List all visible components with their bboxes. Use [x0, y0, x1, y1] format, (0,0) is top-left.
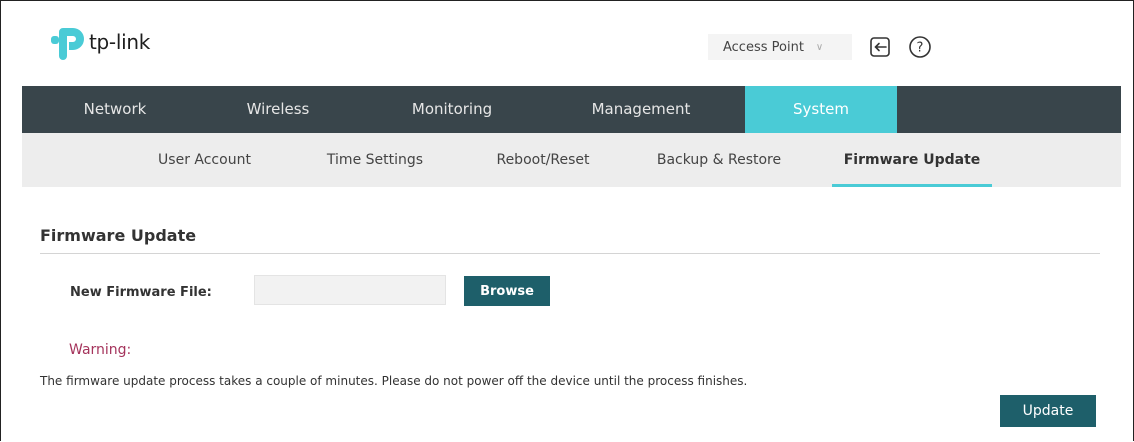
subtab-reboot-reset[interactable]: Reboot/Reset [484, 133, 602, 187]
warning-message: The firmware update process takes a coup… [40, 374, 748, 388]
main-nav: Network Wireless Monitoring Management S… [22, 86, 1121, 133]
tab-monitoring[interactable]: Monitoring [392, 86, 512, 133]
tab-wireless[interactable]: Wireless [218, 86, 338, 133]
sub-nav: User Account Time Settings Reboot/Reset … [22, 133, 1121, 187]
svg-text:?: ? [917, 41, 924, 56]
section-title: Firmware Update [40, 226, 197, 245]
tp-link-logo: tp-link [49, 24, 150, 60]
tp-link-logo-icon [51, 28, 84, 60]
browse-button[interactable]: Browse [464, 276, 550, 306]
subtab-time-settings[interactable]: Time Settings [310, 133, 440, 187]
firmware-file-input[interactable] [254, 275, 446, 305]
tab-system[interactable]: System [745, 86, 897, 133]
help-icon[interactable]: ? [907, 34, 933, 60]
page-frame: tp-link Access Point ∨ ? Network Wireles… [0, 0, 1134, 441]
mode-select-value: Access Point [723, 39, 804, 55]
app-container: tp-link Access Point ∨ ? Network Wireles… [22, 2, 1121, 442]
top-header: tp-link Access Point ∨ ? [22, 2, 1121, 86]
update-button[interactable]: Update [1000, 395, 1096, 427]
firmware-file-label: New Firmware File: [70, 285, 212, 300]
tab-management[interactable]: Management [576, 86, 706, 133]
subtab-firmware-update[interactable]: Firmware Update [832, 133, 992, 187]
logo-text: tp-link [89, 30, 151, 54]
mode-select[interactable]: Access Point ∨ [708, 34, 852, 60]
tab-network[interactable]: Network [55, 86, 175, 133]
subtab-backup-restore[interactable]: Backup & Restore [644, 133, 794, 187]
warning-label: Warning: [69, 342, 132, 358]
section-divider [40, 253, 1100, 254]
subtab-user-account[interactable]: User Account [142, 133, 267, 187]
logout-icon[interactable] [867, 34, 893, 60]
chevron-down-icon: ∨ [815, 41, 824, 53]
